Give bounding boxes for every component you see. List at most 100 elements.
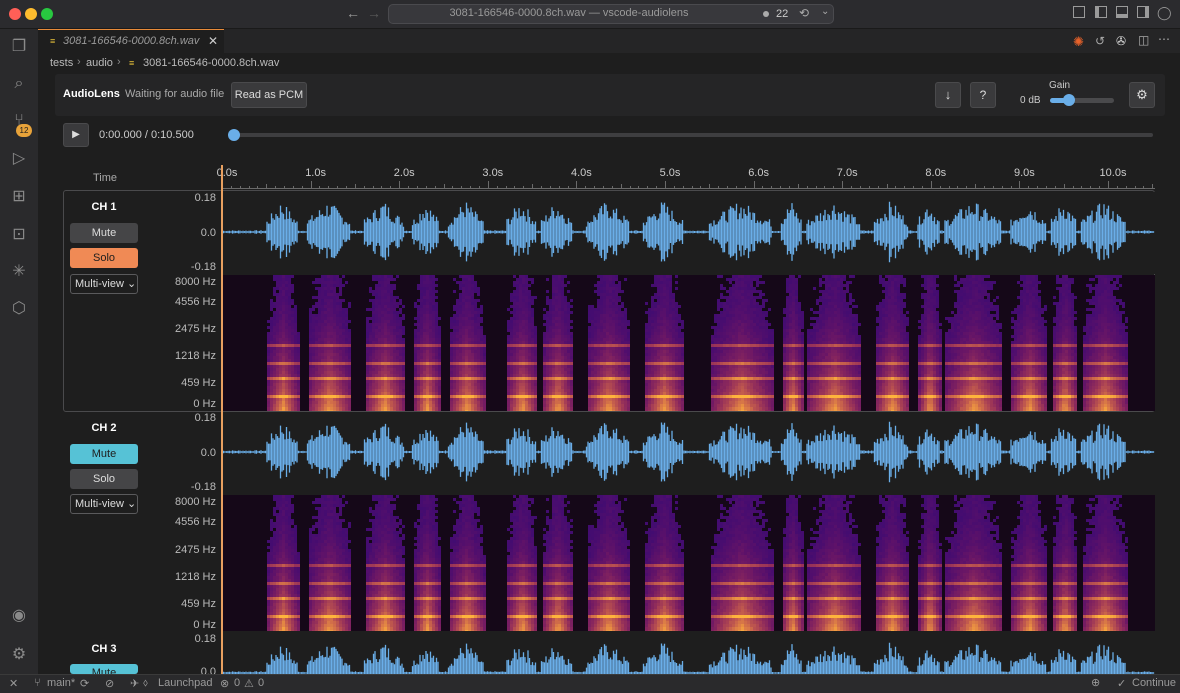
spectrogram-cell [738,362,741,365]
spectrogram-cell [333,281,336,284]
search-icon[interactable]: ⌕ [9,74,29,94]
ch1-spectrogram[interactable] [222,275,1155,413]
spectrogram-cell [330,359,333,362]
settings-gear-icon[interactable]: ⚙ [9,645,29,665]
spectrogram-cell [414,386,417,389]
split-editor-icon[interactable]: ◫ [1138,33,1149,47]
spectrogram-cell [318,293,321,296]
spectrogram-cell [333,278,336,281]
spectrogram-cell [432,281,435,284]
close-window-button[interactable] [9,8,21,20]
spectrogram-cell [666,329,669,332]
play-button[interactable]: ▶ [63,123,89,147]
spectrogram-cell [513,383,516,386]
spectrogram-cell [744,332,747,335]
minimize-window-button[interactable] [25,8,37,20]
packages-icon[interactable]: ⬡ [9,299,29,319]
spectrogram-cell [561,281,564,284]
back-arrow-icon[interactable]: ← [346,5,360,21]
gain-slider[interactable] [1050,94,1114,106]
extensions-icon[interactable]: ⊞ [9,187,29,207]
spectrogram-cell [483,338,486,341]
settings-button[interactable]: ⚙ [1129,82,1155,108]
spectrogram-cell [390,302,393,305]
account-icon[interactable]: ◉ [9,606,29,626]
toggle-sidebar-icon[interactable] [1095,6,1107,18]
spectrogram-cell [276,380,279,383]
account-icon[interactable]: ◯ [1157,5,1172,21]
run-debug-icon[interactable]: ▷ [9,149,29,169]
seek-bar[interactable] [228,129,1153,141]
ch1-mute-button[interactable]: Mute [70,223,138,243]
spectrogram-cell [606,329,609,332]
spectrogram-cell [468,341,471,344]
ch1-solo-button[interactable]: Solo [70,248,138,268]
spectrogram-cell [387,278,390,281]
spectrogram-cell [279,368,282,371]
spectrogram-cell [312,362,315,365]
ch1-view-select[interactable]: Multi-view ⌄ [70,274,138,294]
spectrogram-cell [741,299,744,302]
download-button[interactable]: ↓ [935,82,961,108]
spectrogram-cell [621,338,624,341]
close-tab-icon[interactable]: ✕ [208,34,218,48]
spectrogram-cell [726,353,729,356]
maximize-window-button[interactable] [41,8,53,20]
toggle-panel-icon[interactable] [1116,6,1128,18]
command-center[interactable]: 3081-166546-0000.8ch.wav — vscode-audiol… [388,4,834,24]
spectrogram-cell [627,404,630,407]
spectrogram-cell [321,410,324,413]
openai-icon[interactable]: ✇ [1116,34,1126,48]
spectrogram-cell [396,317,399,320]
spectrogram-cell [669,302,672,305]
claude-icon[interactable]: ✳ [9,262,29,282]
spectrogram-cell [570,410,573,413]
spectrogram-cell [378,308,381,311]
breadcrumb-item[interactable]: tests [50,57,73,69]
spectrogram-cell [453,359,456,362]
spectrogram-cell [612,320,615,323]
toggle-secondary-sidebar-icon[interactable] [1137,6,1149,18]
spectrogram-cell [555,410,558,413]
tab-audio-file[interactable]: ≡ 3081-166546-0000.8ch.wav ✕ [38,29,224,53]
ch1-waveform[interactable] [221,192,1155,274]
gain-slider-thumb[interactable] [1063,94,1076,106]
claude-code-icon[interactable]: ✺ [1073,34,1084,50]
breadcrumb-item[interactable]: audio [86,57,113,69]
more-actions-icon[interactable]: ⋯ [1158,32,1170,46]
help-button[interactable]: ? [970,82,996,108]
spectrogram-cell [660,341,663,344]
spectrogram-cell [429,341,432,344]
copilot-icon[interactable]: ⟲ [799,6,809,20]
spectrogram-cell [333,374,336,377]
layout-customize-icon[interactable] [1073,6,1085,18]
explorer-icon[interactable]: ❐ [9,37,29,57]
spectrogram-cell [387,368,390,371]
breadcrumb-item[interactable]: 3081-166546-0000.8ch.wav [143,57,279,69]
spectrogram-cell [414,359,417,362]
spectrogram-cell [555,347,558,350]
spectrogram-cell [651,299,654,302]
spectrogram-cell [459,308,462,311]
read-as-pcm-button[interactable]: Read as PCM [231,82,307,108]
spectrogram-cell [516,329,519,332]
spectrogram-cell [456,407,459,410]
spectrogram-cell [432,365,435,368]
spectrogram-cell [606,326,609,329]
spectrogram-cell [597,314,600,317]
spectrogram-cell [291,347,294,350]
spectrogram-cell [618,389,621,392]
spectrogram-cell [267,404,270,407]
spectrogram-cell [675,275,678,278]
spectrogram-cell [267,347,270,350]
seek-thumb[interactable] [228,129,240,141]
chevron-down-icon[interactable]: ⌄ [821,6,829,17]
remote-icon[interactable]: ⊡ [9,225,29,245]
history-icon[interactable]: ↺ [1095,34,1105,48]
spectrogram-cell [423,359,426,362]
time-ruler[interactable]: 0.0s 1.0s 2.0s 3.0s 4.0s 5.0s 6.0s 7.0s 8.0s 9.0s… [217,165,1155,190]
spectrogram-cell [381,341,384,344]
forward-arrow-icon[interactable]: → [367,5,381,21]
spectrogram-cell [609,311,612,314]
spectrogram-cell [429,371,432,374]
